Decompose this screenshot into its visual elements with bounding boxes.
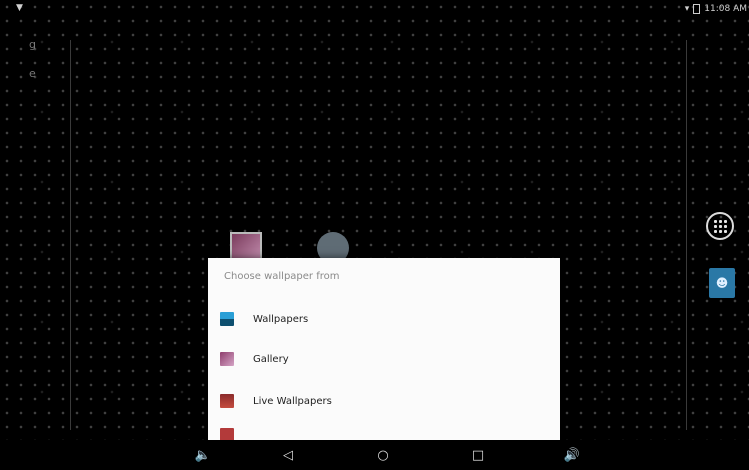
option-wallpapers[interactable]: Wallpapers	[220, 304, 550, 334]
dialog-title: Choose wallpaper from	[224, 271, 340, 282]
left-page-edge	[70, 40, 71, 430]
choose-wallpaper-dialog: Choose wallpaper from Wallpapers Gallery…	[208, 258, 560, 440]
recents-button[interactable]: □	[467, 444, 489, 466]
indicator-g: g	[29, 38, 36, 51]
left-indicators: g e	[29, 38, 36, 96]
indicator-e: e	[29, 67, 36, 80]
navigation-bar: 🔈 ◁ ○ □ 🔊	[0, 440, 749, 470]
status-bar-right: ▾ 11:08 AM	[685, 4, 747, 14]
status-bar: ▼ ▾ 11:08 AM	[0, 0, 749, 22]
right-page-edge	[686, 40, 687, 430]
apps-grid-icon	[713, 219, 727, 233]
volume-up-button[interactable]: 🔊	[561, 444, 583, 466]
gallery-icon	[220, 352, 234, 366]
wallpapers-icon	[220, 312, 234, 326]
option-label: Gallery	[253, 353, 289, 365]
volume-up-icon: 🔊	[563, 447, 581, 463]
home-button[interactable]: ○	[372, 444, 394, 466]
account-icon: ☻	[715, 276, 729, 290]
home-icon: ○	[377, 447, 389, 463]
partial-option-icon	[220, 428, 234, 440]
back-icon: ◁	[283, 447, 293, 463]
option-label: Live Wallpapers	[253, 395, 332, 407]
option-partial[interactable]	[220, 428, 550, 440]
recents-icon: □	[471, 447, 485, 463]
volume-down-button[interactable]: 🔈	[192, 444, 214, 466]
signal-icon: ▾	[684, 4, 690, 14]
back-button[interactable]: ◁	[277, 444, 299, 466]
battery-icon	[693, 4, 701, 14]
live-wallpapers-icon	[220, 394, 234, 408]
account-button[interactable]: ☻	[709, 268, 735, 298]
volume-down-icon: 🔈	[194, 447, 212, 463]
option-gallery[interactable]: Gallery	[220, 344, 550, 374]
location-pin-icon: ▼	[16, 3, 23, 13]
status-time: 11:08 AM	[704, 4, 747, 14]
option-label: Wallpapers	[253, 313, 309, 325]
all-apps-button[interactable]	[706, 212, 734, 240]
option-live-wallpapers[interactable]: Live Wallpapers	[220, 386, 550, 416]
